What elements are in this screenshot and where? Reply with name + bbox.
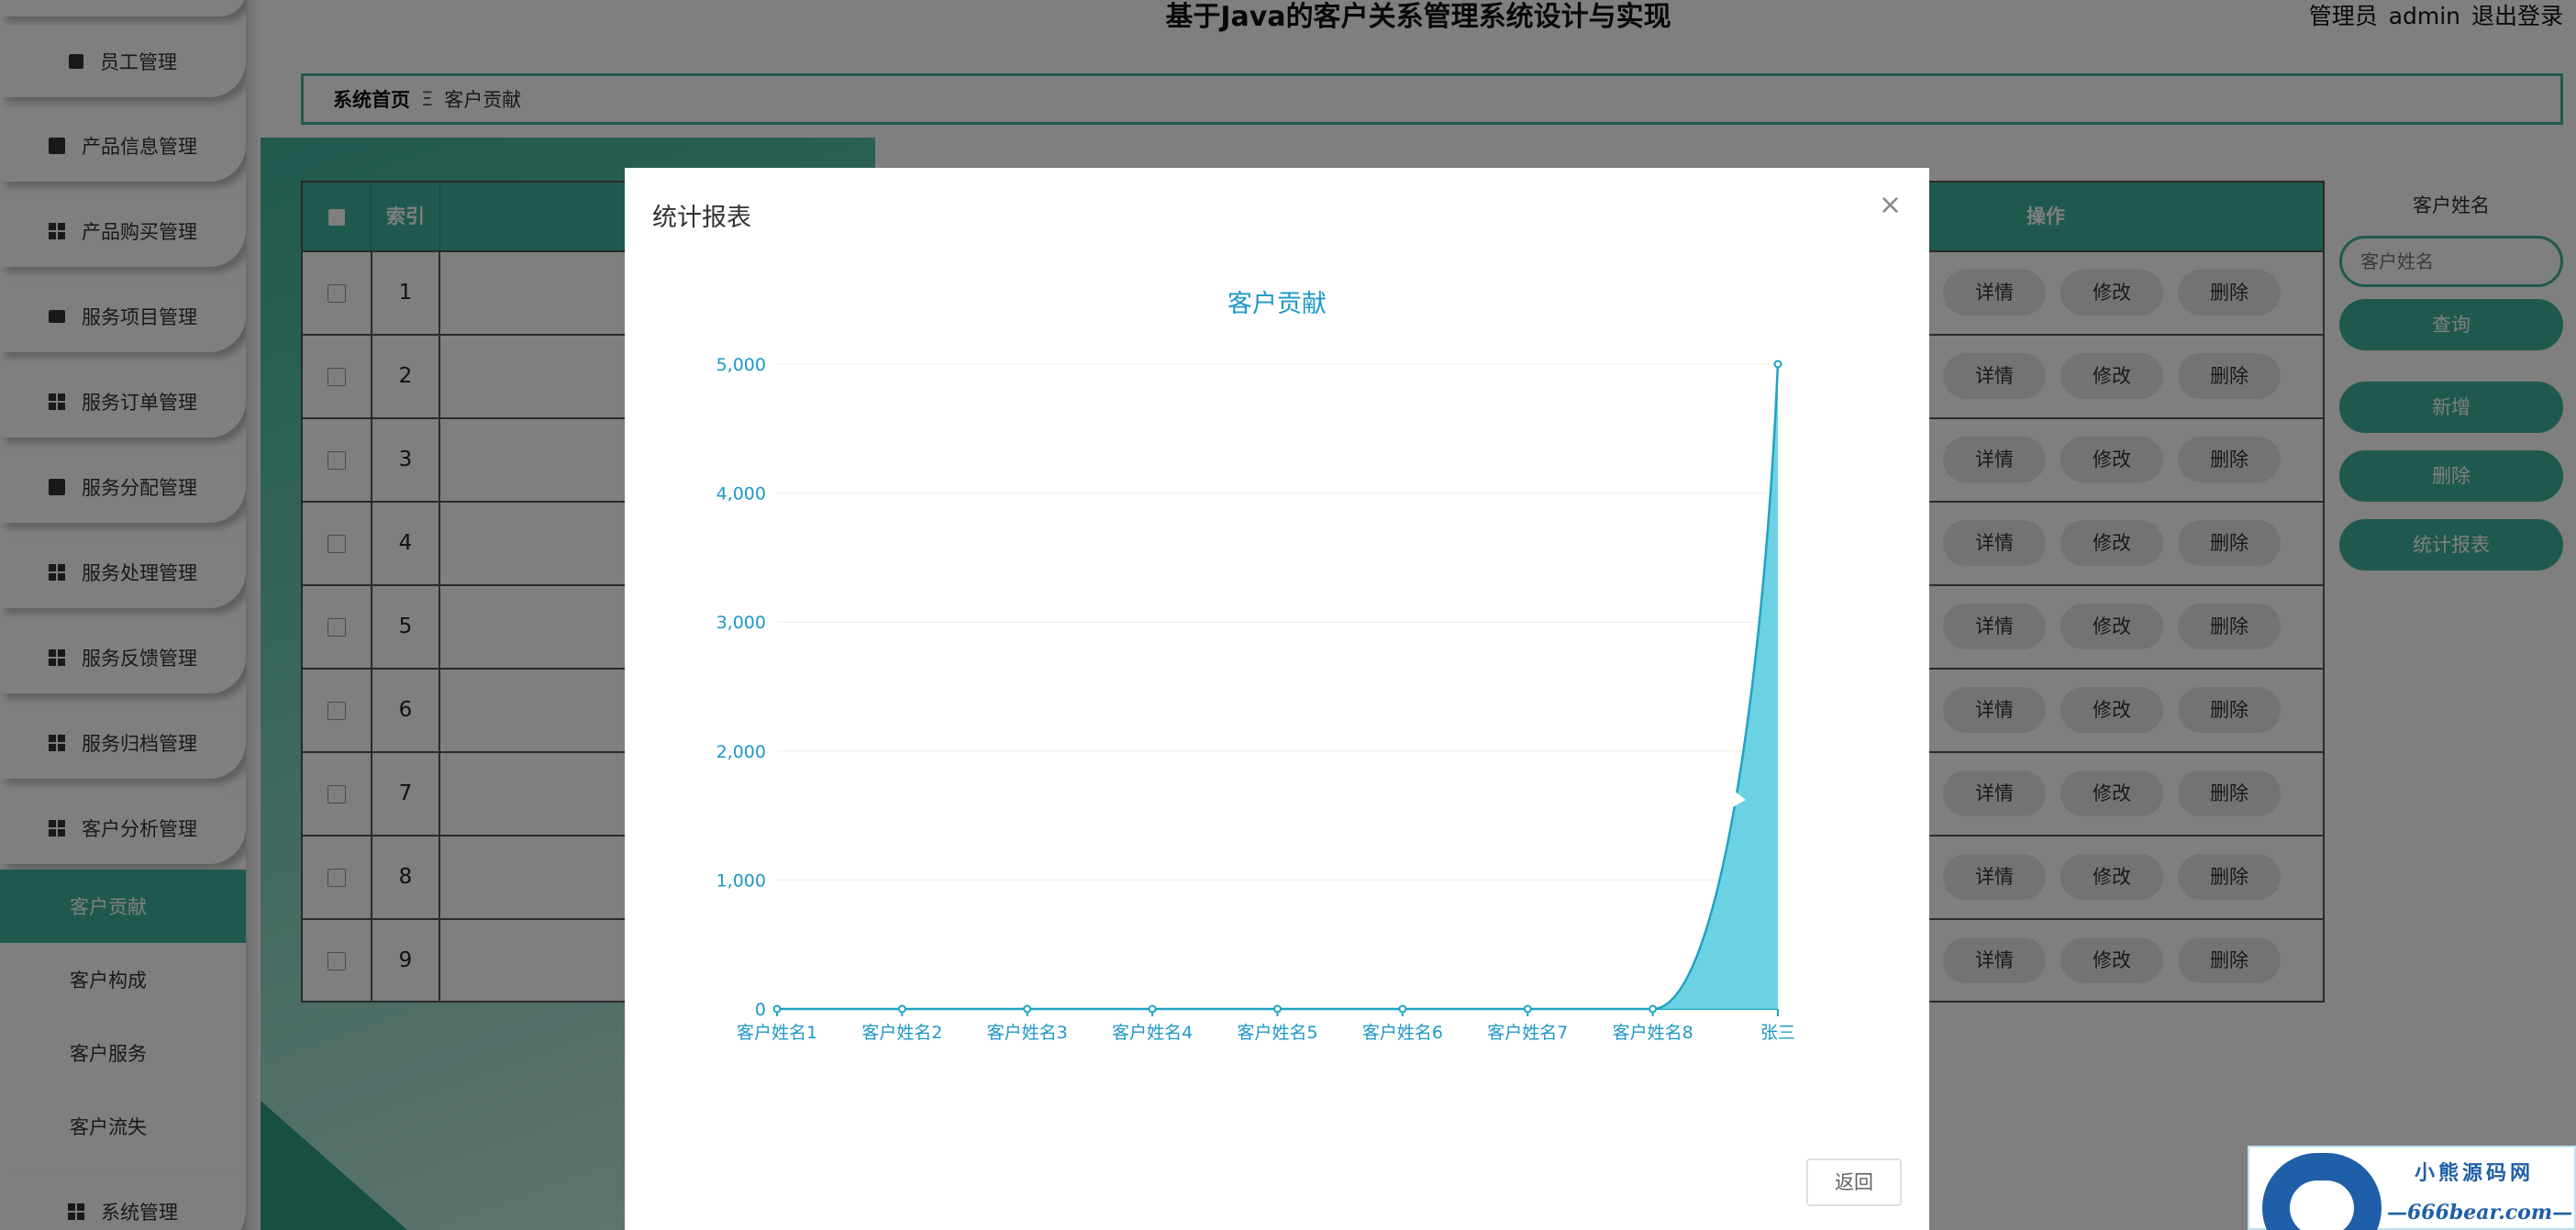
y-tick-label: 0 [755,1000,766,1020]
x-tick-label: 客户姓名7 [1487,1023,1568,1043]
report-modal: 统计报表 × 客户贡献 0 1,000 2,000 3,000 4,000 5,000 客户… [625,168,1929,1230]
watermark-url: —666bear.com— [2387,1201,2573,1224]
data-point [1649,1004,1658,1014]
contribution-chart: 0 1,000 2,000 3,000 4,000 5,000 客户姓名1 客户姓名2 客户姓名… [716,355,1795,1043]
data-point [1523,1004,1532,1014]
x-tick-label: 客户姓名5 [1237,1023,1317,1043]
y-tick-label: 2,000 [716,742,766,762]
watermark-title: 小熊源码网 [2415,1162,2535,1185]
x-tick-label: 客户姓名6 [1362,1023,1443,1043]
x-tick-label: 客户姓名3 [987,1023,1068,1043]
data-point [897,1004,906,1014]
y-tick-label: 5,000 [716,355,766,375]
data-point [1023,1004,1032,1014]
x-tick-label: 张三 [1760,1023,1795,1043]
y-tick-label: 1,000 [716,870,766,891]
y-tick-label: 3,000 [716,613,766,633]
x-tick-label: 客户姓名8 [1613,1023,1693,1043]
bear-logo-icon [2262,1153,2382,1230]
series-line [777,363,1780,1011]
x-tick-label: 客户姓名1 [737,1023,817,1043]
x-tick-label: 客户姓名4 [1112,1023,1193,1043]
watermark-logo: 小熊源码网 —666bear.com— [2248,1146,2576,1230]
data-point [1273,1004,1282,1014]
x-tick-label: 客户姓名2 [861,1023,942,1043]
app-root: 员工管理 产品信息管理 产品购买管理 服务项目管理 服务订单管理 服务分配管理 … [0,0,2576,1230]
back-button[interactable]: 返回 [1806,1158,1902,1206]
data-point [772,1004,782,1014]
data-point [1398,1004,1407,1014]
y-tick-label: 4,000 [716,484,766,504]
data-point [1773,360,1782,369]
data-point [1148,1004,1157,1014]
series-area [777,364,1778,1009]
